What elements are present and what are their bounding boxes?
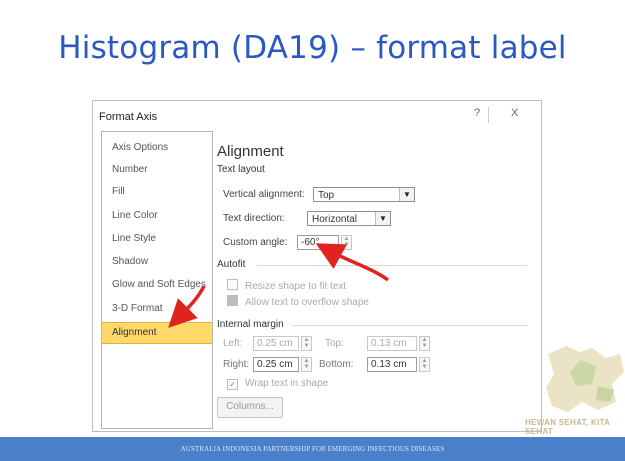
dialog-title: Format Axis xyxy=(99,111,158,123)
custom-angle-label: Custom angle: xyxy=(223,237,288,248)
wrap-text-label: Wrap text in shape xyxy=(245,378,329,389)
resize-shape-checkbox[interactable] xyxy=(227,279,238,290)
nav-item-axis-options[interactable]: Axis Options xyxy=(102,138,212,160)
chevron-down-icon[interactable]: ▼ xyxy=(399,188,414,201)
nav-item-number[interactable]: Number xyxy=(102,160,212,182)
allow-overflow-checkbox[interactable] xyxy=(227,295,238,306)
resize-shape-label: Resize shape to fit text xyxy=(245,281,347,292)
top-margin-input[interactable]: 0.13 cm xyxy=(367,336,417,351)
nav-item-shadow[interactable]: Shadow xyxy=(102,252,212,274)
top-margin-label: Top: xyxy=(325,338,344,349)
allow-overflow-label: Allow text to overflow shape xyxy=(245,297,369,308)
autofit-label: Autofit xyxy=(217,259,246,270)
left-margin-input[interactable]: 0.25 cm xyxy=(253,336,299,351)
nav-item-line-color[interactable]: Line Color xyxy=(102,206,212,228)
wrap-text-option[interactable]: ✓ Wrap text in shape xyxy=(227,378,328,390)
nav-item-glow-soft-edges[interactable]: Glow and Soft Edges xyxy=(102,275,212,297)
slide-title: Histogram (DA19) – format label xyxy=(58,30,567,66)
vertical-alignment-label: Vertical alignment: xyxy=(223,189,305,200)
margin-divider xyxy=(293,325,527,326)
left-margin-spinner[interactable]: ▲ ▼ xyxy=(301,336,312,351)
bottom-margin-input[interactable]: 0.13 cm xyxy=(367,357,417,372)
right-margin-input[interactable]: 0.25 cm xyxy=(253,357,299,372)
top-margin-spinner[interactable]: ▲ ▼ xyxy=(419,336,430,351)
bottom-margin-spinner[interactable]: ▲ ▼ xyxy=(419,357,430,372)
help-icon[interactable]: ? xyxy=(466,107,489,123)
alignment-panel: Alignment Text layout Vertical alignment… xyxy=(217,131,533,431)
wrap-text-checkbox[interactable]: ✓ xyxy=(227,379,238,390)
nav-item-3d-format[interactable]: 3-D Format xyxy=(102,299,212,321)
vertical-alignment-value: Top xyxy=(318,190,335,201)
text-layout-label: Text layout xyxy=(217,164,265,175)
custom-angle-input[interactable]: -60° xyxy=(297,235,339,250)
brand-tagline: HEWAN SEHAT, KITA SEHAT xyxy=(525,418,610,436)
allow-overflow-option[interactable]: Allow text to overflow shape xyxy=(227,295,369,308)
footer-text: AUSTRALIA INDONESIA PARTNERSHIP FOR EMER… xyxy=(180,445,445,453)
text-direction-value: Horizontal xyxy=(312,214,358,225)
footer-bar: AUSTRALIA INDONESIA PARTNERSHIP FOR EMER… xyxy=(0,437,625,461)
right-margin-spinner[interactable]: ▲ ▼ xyxy=(301,357,312,372)
close-icon[interactable]: X xyxy=(511,107,518,119)
text-direction-select[interactable]: Horizontal ▼ xyxy=(307,211,391,226)
nav-item-fill[interactable]: Fill xyxy=(102,182,212,204)
autofit-divider xyxy=(257,265,527,266)
category-list: Axis Options Number Fill Line Color Line… xyxy=(101,131,213,429)
vertical-alignment-select[interactable]: Top ▼ xyxy=(313,187,415,202)
nav-item-line-style[interactable]: Line Style xyxy=(102,229,212,251)
format-axis-dialog: Format Axis ? X Axis Options Number Fill… xyxy=(92,100,542,432)
section-heading: Alignment xyxy=(217,143,284,160)
decorative-map-graphic xyxy=(546,346,624,412)
right-margin-label: Right: xyxy=(223,359,250,370)
columns-button[interactable]: Columns... xyxy=(217,397,283,418)
resize-shape-option[interactable]: Resize shape to fit text xyxy=(227,279,346,292)
internal-margin-label: Internal margin xyxy=(217,319,284,330)
bottom-margin-label: Bottom: xyxy=(319,359,354,370)
custom-angle-spinner[interactable]: ▲ ▼ xyxy=(341,235,352,250)
nav-item-alignment[interactable]: Alignment xyxy=(102,322,212,344)
text-direction-label: Text direction: xyxy=(223,213,285,224)
left-margin-label: Left: xyxy=(223,338,243,349)
chevron-down-icon[interactable]: ▼ xyxy=(375,212,390,225)
